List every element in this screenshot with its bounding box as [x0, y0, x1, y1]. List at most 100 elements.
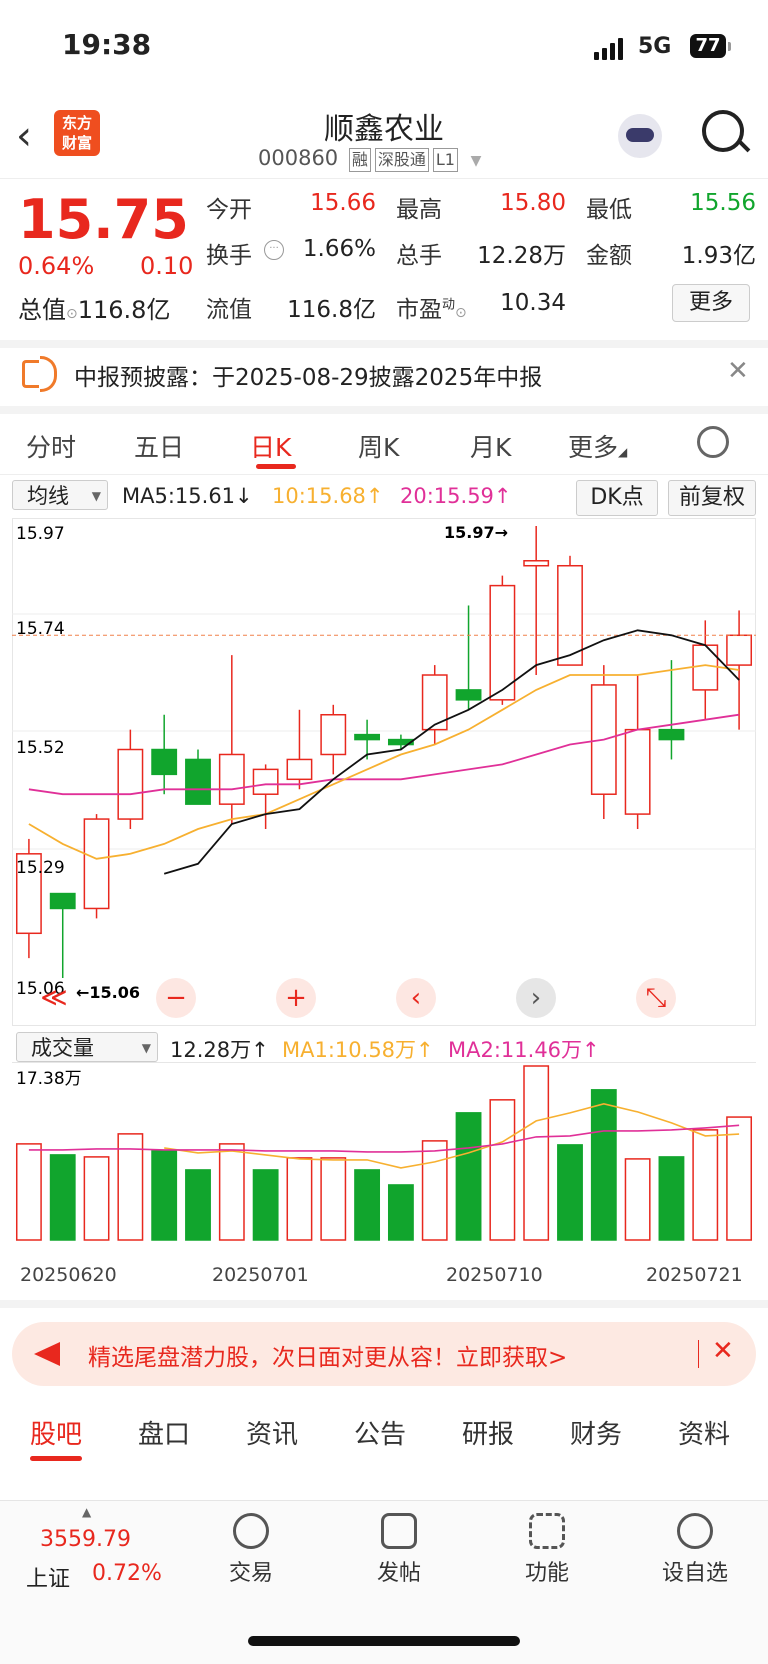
notice-text: 中报预披露：于2025-08-29披露2025年中报	[74, 365, 543, 391]
up-arrow-icon: ▲	[82, 1505, 92, 1519]
candle-body	[557, 564, 583, 666]
nav-trade[interactable]: 交易	[196, 1513, 306, 1587]
stock-code-line[interactable]: 000860 融深股通 L1 ▼	[258, 146, 481, 172]
quote-label-open: 今开	[206, 197, 252, 223]
speaker-waves	[40, 356, 57, 392]
tab-intraday[interactable]: 分时	[26, 428, 76, 464]
volume-bar	[489, 1099, 516, 1241]
adjust-button[interactable]: 前复权	[668, 480, 756, 516]
info-icon[interactable]: ⊙	[66, 306, 78, 322]
subtab-research[interactable]: 研报	[462, 1414, 514, 1451]
pe-dynamic-mark: 动	[442, 297, 456, 313]
battery-icon: 77	[690, 34, 726, 58]
nav-post[interactable]: 发帖	[344, 1513, 454, 1587]
volume-bar	[320, 1157, 347, 1241]
kline-chart[interactable]: 15.97 15.74 15.52 15.29 15.06 15.97→ ←15…	[12, 518, 756, 1026]
promo-banner[interactable]: 精选尾盘潜力股，次日面对更从容！立即获取> ✕	[12, 1322, 756, 1386]
ma20-value: 20:15.59↑	[400, 484, 512, 508]
volume-indicator-select[interactable]: 成交量 ▼	[16, 1032, 158, 1062]
quote-value-float: 116.8亿	[287, 297, 376, 323]
quote-panel: 15.75 0.64% 0.10 今开 15.66 最高 15.80 最低 15…	[0, 180, 768, 348]
trade-icon	[233, 1513, 269, 1549]
megaphone-icon	[34, 1342, 60, 1366]
network-label: 5G	[638, 34, 672, 59]
volume-bar	[286, 1157, 313, 1241]
scroll-left-fast-button[interactable]: ≪	[34, 978, 74, 1018]
search-icon[interactable]	[702, 110, 744, 152]
status-time: 19:38	[62, 28, 152, 61]
stock-code: 000860	[258, 146, 339, 170]
tab-5day[interactable]: 五日	[134, 428, 184, 464]
tab-monthly-k[interactable]: 月K	[470, 428, 511, 464]
subtab-announcements[interactable]: 公告	[354, 1414, 406, 1451]
tab-daily-k[interactable]: 日K	[250, 428, 291, 464]
volume-bar	[455, 1112, 482, 1241]
scroll-right-button[interactable]: ›	[516, 978, 556, 1018]
volume-bar	[252, 1169, 279, 1241]
nav-functions[interactable]: 功能	[492, 1513, 602, 1587]
quote-label-amount: 金额	[586, 243, 632, 269]
ma5-value: MA5:15.61↓	[122, 484, 253, 508]
zoom-out-button[interactable]: −	[156, 978, 196, 1018]
last-price: 15.75	[18, 188, 189, 251]
zoom-in-button[interactable]: +	[276, 978, 316, 1018]
subtab-orderbook[interactable]: 盘口	[138, 1414, 190, 1451]
index-percent[interactable]: 0.72%	[92, 1561, 162, 1586]
info-icon[interactable]: ⊙	[455, 305, 467, 321]
candle-body	[726, 634, 753, 666]
candle-body	[692, 644, 719, 691]
y-label-4: 15.29	[16, 858, 65, 878]
more-button[interactable]: 更多	[672, 284, 750, 322]
quote-label-pe: 市盈动⊙	[396, 290, 467, 324]
edit-icon	[381, 1513, 417, 1549]
indicator-select[interactable]: 均线 ▼	[12, 480, 108, 510]
volume-bar	[151, 1150, 178, 1241]
more-dots-icon	[677, 1513, 713, 1549]
min-price-note: ←15.06	[76, 983, 140, 1002]
quote-value-turnover: 1.66%	[302, 236, 376, 262]
chevron-down-icon: ▼	[91, 489, 101, 503]
index-value[interactable]: 3559.79	[40, 1527, 131, 1552]
close-icon[interactable]: ✕	[727, 356, 749, 386]
quote-label-low: 最低	[586, 197, 632, 223]
quote-value-pe: 10.34	[500, 290, 566, 316]
y-label-top: 15.97	[16, 524, 65, 544]
chevron-down-icon: ◢	[618, 445, 628, 459]
date-axis: 20250620 20250701 20250710 20250721	[0, 1264, 768, 1294]
volume-select-label: 成交量	[31, 1036, 94, 1060]
notice-bar[interactable]: 中报预披露：于2025-08-29披露2025年中报 ✕	[0, 340, 768, 414]
candle-body	[151, 748, 178, 776]
quote-label-float: 流值	[206, 297, 252, 323]
volume-bar	[354, 1169, 381, 1241]
home-indicator	[248, 1636, 520, 1646]
candle-body	[286, 758, 313, 781]
date-label: 20250721	[646, 1264, 743, 1286]
close-icon[interactable]: ✕	[712, 1336, 734, 1366]
date-label: 20250620	[20, 1264, 117, 1286]
subtab-profile[interactable]: 资料	[678, 1414, 730, 1451]
dk-point-button[interactable]: DK点	[576, 480, 658, 516]
scroll-left-button[interactable]: ‹	[396, 978, 436, 1018]
index-name[interactable]: 上证	[26, 1561, 70, 1593]
subtab-forum[interactable]: 股吧	[30, 1414, 82, 1451]
tab-weekly-k[interactable]: 周K	[358, 428, 399, 464]
volume-bar	[83, 1156, 110, 1241]
tab-more[interactable]: 更多◢	[568, 428, 627, 464]
total-value-label: 总值	[18, 296, 66, 324]
subtab-news[interactable]: 资讯	[246, 1414, 298, 1451]
total-value-row: 总值⊙116.8亿	[18, 290, 170, 325]
candle-body	[185, 758, 211, 805]
assistant-robot-icon[interactable]	[618, 114, 662, 158]
volume-chart[interactable]: 17.38万	[12, 1062, 756, 1272]
volume-bar	[624, 1158, 651, 1241]
fullscreen-button[interactable]: ⤡	[636, 978, 676, 1018]
nav-add-watchlist[interactable]: 设自选	[640, 1513, 750, 1587]
candle-body	[49, 892, 76, 910]
gear-icon[interactable]	[697, 426, 729, 458]
speaker-icon	[22, 360, 39, 388]
subtab-finance[interactable]: 财务	[570, 1414, 622, 1451]
vol-ma2: MA2:11.46万↑	[448, 1038, 600, 1062]
info-icon[interactable]: ···	[264, 240, 284, 260]
quote-label-high: 最高	[396, 197, 442, 223]
battery-tip	[728, 42, 731, 51]
